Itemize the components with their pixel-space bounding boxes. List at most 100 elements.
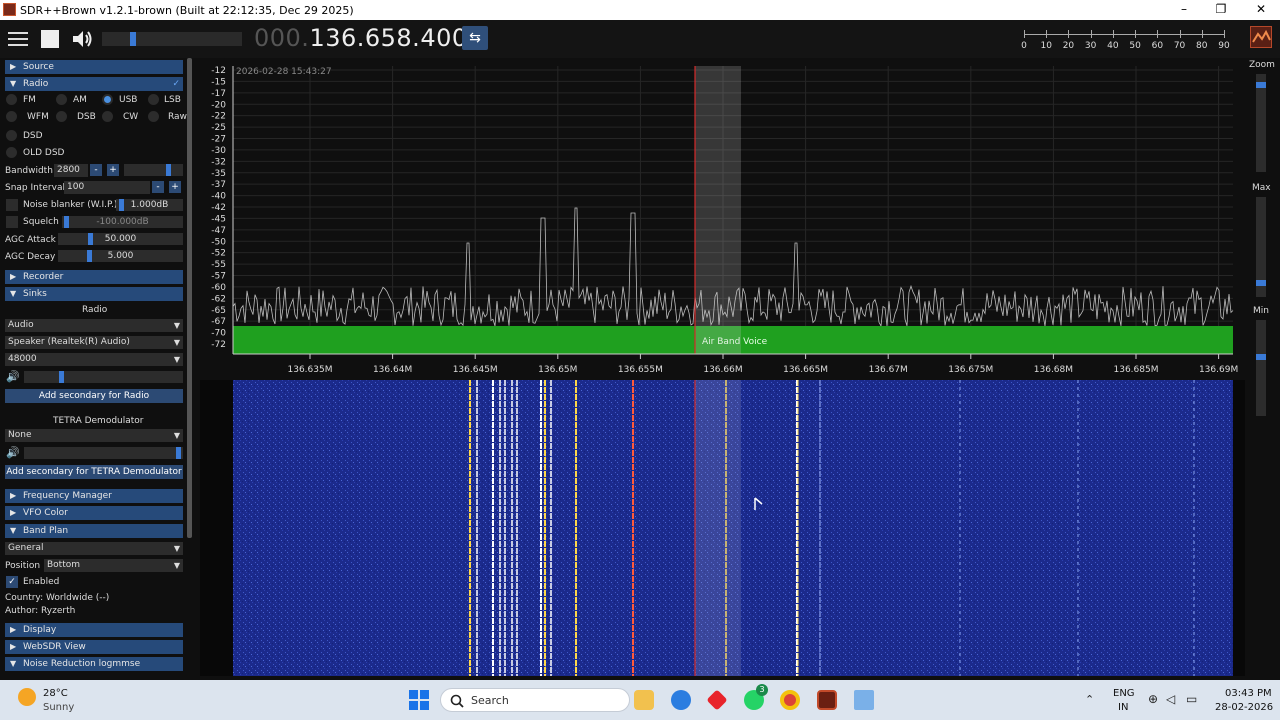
scale-tick <box>1179 30 1181 38</box>
scale-tick <box>1224 30 1225 38</box>
language-primary[interactable]: ENG <box>1113 688 1135 699</box>
section-recorder[interactable]: ▶ Recorder <box>5 270 183 284</box>
agc-decay-slider[interactable]: 5.000 <box>58 250 183 262</box>
section-band-plan[interactable]: ▼ Band Plan <box>5 524 183 538</box>
mode-radio-dsd[interactable] <box>6 130 17 141</box>
sdrpp-taskbar-icon[interactable] <box>817 690 837 710</box>
maximize-icon[interactable]: ❐ <box>1212 2 1230 16</box>
start-icon[interactable] <box>409 690 429 710</box>
stop-icon[interactable] <box>38 27 62 51</box>
position-select[interactable]: Bottom ▼ <box>44 559 183 572</box>
band-plan-select[interactable]: General ▼ <box>5 542 183 555</box>
slider-knob[interactable] <box>166 164 171 176</box>
fft-display[interactable]: Air Band Voice 2026-02-28 15:43:27 -12-1… <box>200 58 1245 380</box>
taskbar-search[interactable]: Search <box>440 688 630 712</box>
anydesk-icon[interactable] <box>706 689 728 711</box>
mode-radio-usb[interactable] <box>102 94 113 105</box>
mode-radio-raw[interactable] <box>148 111 159 122</box>
section-label: Recorder <box>23 272 64 282</box>
add-secondary-tetra-button[interactable]: Add secondary for TETRA Demodulator <box>5 465 183 479</box>
fft-plot[interactable]: Air Band Voice 2026-02-28 15:43:27 -12-1… <box>200 58 1245 380</box>
app-icon <box>3 3 16 16</box>
speaker-icon[interactable] <box>70 27 94 51</box>
section-websdr-view[interactable]: ▶ WebSDR View <box>5 640 183 654</box>
squelch-slider[interactable]: -100.000dB <box>62 216 183 228</box>
mode-radio-lsb[interactable] <box>148 94 159 105</box>
mode-radio-am[interactable] <box>56 94 67 105</box>
chevron-up-icon[interactable]: ⌃ <box>1085 693 1094 706</box>
section-noise-reduction[interactable]: ▼ Noise Reduction logmmse <box>5 657 183 671</box>
section-frequency-manager[interactable]: ▶ Frequency Manager <box>5 489 183 503</box>
section-source[interactable]: ▶ Source <box>5 60 183 74</box>
enabled-checkbox[interactable]: ✓ <box>6 576 18 588</box>
db-label: -32 <box>211 157 226 167</box>
sink-speaker-icon[interactable]: 🔊 <box>6 370 20 383</box>
file-explorer-icon[interactable] <box>634 690 654 710</box>
sink-volume-slider[interactable] <box>24 371 183 383</box>
volume-slider[interactable] <box>102 32 242 46</box>
mode-radio-fm[interactable] <box>6 94 17 105</box>
max-slider-knob[interactable] <box>1256 280 1266 286</box>
scale-tick <box>1090 30 1092 38</box>
close-icon[interactable]: ✕ <box>1252 2 1270 16</box>
slider-knob[interactable] <box>59 371 64 383</box>
min-slider-knob[interactable] <box>1256 353 1266 360</box>
slider-knob[interactable] <box>176 447 181 459</box>
sidebar-scrollbar[interactable] <box>187 58 192 538</box>
squelch-label: Squelch <box>23 217 59 227</box>
db-label: -15 <box>211 77 226 87</box>
network-icon[interactable]: ⊕ <box>1148 692 1158 706</box>
mode-radio-dsb[interactable] <box>56 111 67 122</box>
weather-icon[interactable] <box>18 688 36 706</box>
vfo-bandwidth[interactable] <box>695 66 741 354</box>
bandwidth-plus-button[interactable]: + <box>107 164 119 176</box>
chrome-icon[interactable] <box>780 690 800 710</box>
bandwidth-input[interactable]: 2800 <box>54 164 88 177</box>
section-sinks[interactable]: ▼ Sinks <box>5 287 183 301</box>
waterfall-plot[interactable] <box>200 380 1245 676</box>
zoom-slider[interactable] <box>1256 74 1266 172</box>
minimize-icon[interactable]: – <box>1175 2 1193 16</box>
noise-blanker-slider[interactable]: 1.000dB <box>116 199 183 211</box>
section-radio[interactable]: ▼ Radio ✓ <box>5 77 183 91</box>
check-icon[interactable]: ✓ <box>172 77 180 91</box>
snipping-tool-icon[interactable] <box>854 690 874 710</box>
sink-type-select[interactable]: Audio ▼ <box>5 319 183 332</box>
bandwidth-slider[interactable] <box>124 164 183 176</box>
swap-icon[interactable]: ⇆ <box>462 26 488 50</box>
waterfall[interactable] <box>200 380 1245 676</box>
app-logo-icon[interactable] <box>1250 26 1272 48</box>
tetra-volume-slider[interactable] <box>24 447 183 459</box>
tetra-sink-select[interactable]: None ▼ <box>5 429 183 442</box>
noise-blanker-checkbox[interactable] <box>6 199 18 211</box>
whatsapp-icon[interactable]: 3 <box>744 684 768 710</box>
menu-icon[interactable] <box>6 27 30 51</box>
sink-device-select[interactable]: Speaker (Realtek(R) Audio) ▼ <box>5 336 183 349</box>
bandwidth-minus-button[interactable]: - <box>90 164 102 176</box>
mode-radio-wfm[interactable] <box>6 111 17 122</box>
language-secondary[interactable]: IN <box>1118 702 1128 713</box>
section-display[interactable]: ▶ Display <box>5 623 183 637</box>
agc-attack-slider[interactable]: 50.000 <box>58 233 183 245</box>
section-vfo-color[interactable]: ▶ VFO Color <box>5 506 183 520</box>
max-slider[interactable] <box>1256 197 1266 297</box>
volume-icon[interactable]: ◁ <box>1166 692 1175 706</box>
frequency-display[interactable]: 000.136.658.400 <box>254 24 468 52</box>
snap-interval-input[interactable]: 100 <box>64 181 150 194</box>
add-secondary-radio-button[interactable]: Add secondary for Radio <box>5 389 183 403</box>
volume-slider-knob[interactable] <box>130 32 136 46</box>
edge-icon[interactable] <box>671 690 691 710</box>
noise-blanker-value: 1.000dB <box>130 200 169 210</box>
snap-plus-button[interactable]: + <box>169 181 181 193</box>
squelch-checkbox[interactable] <box>6 216 18 228</box>
sample-rate-select[interactable]: 48000 ▼ <box>5 353 183 366</box>
mode-radio-old-dsd[interactable] <box>6 147 17 158</box>
mode-radio-cw[interactable] <box>102 111 113 122</box>
tetra-speaker-icon[interactable]: 🔊 <box>6 446 20 459</box>
min-slider[interactable] <box>1256 320 1266 416</box>
zoom-slider-knob[interactable] <box>1256 81 1266 88</box>
snap-minus-button[interactable]: - <box>152 181 164 193</box>
mode-label: DSD <box>23 131 43 141</box>
battery-icon[interactable]: ▭ <box>1186 692 1197 706</box>
agc-attack-value: 50.000 <box>104 234 137 244</box>
